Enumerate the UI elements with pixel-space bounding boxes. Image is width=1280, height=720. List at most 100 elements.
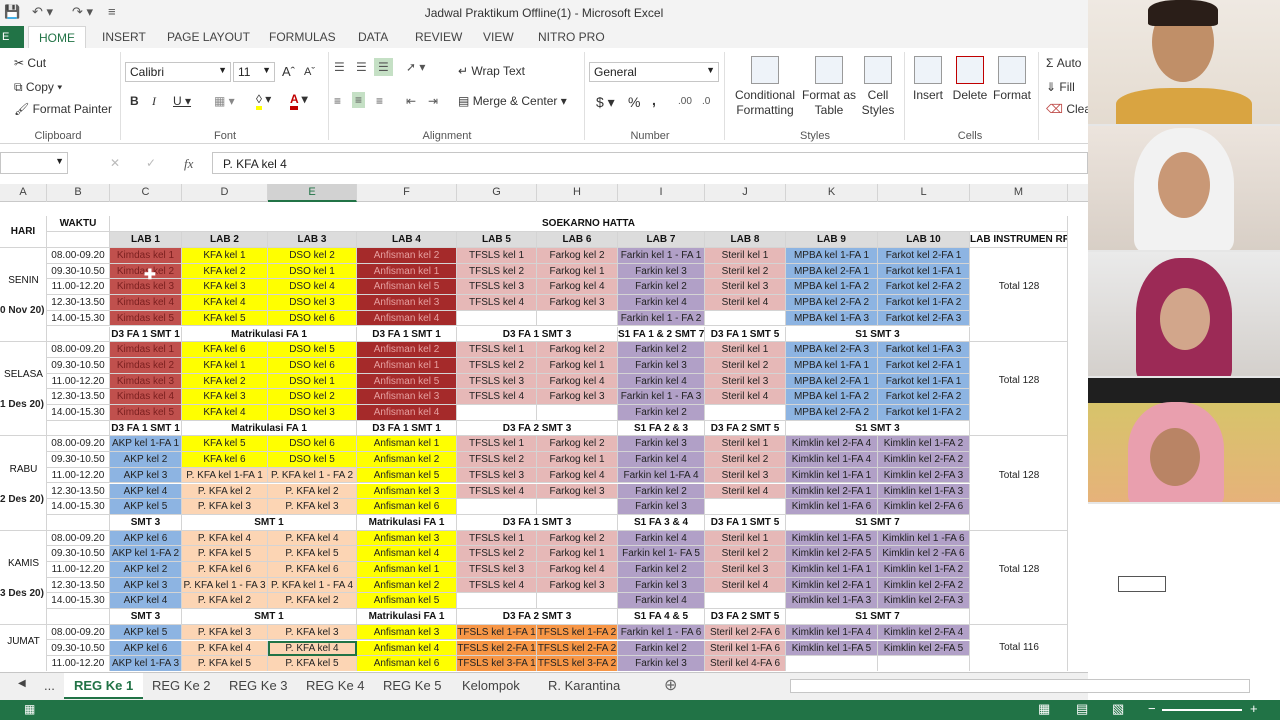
font-size-select[interactable]: 11 ▼ <box>233 62 275 82</box>
borders-icon[interactable]: ▦ ▾ <box>214 94 235 108</box>
schedule-cell[interactable]: Steril kel 2-FA 6 <box>705 624 786 641</box>
schedule-cell[interactable]: Farkin kel 4 <box>618 373 705 390</box>
schedule-cell[interactable]: KFA kel 3 <box>182 279 268 296</box>
schedule-cell[interactable]: Farkin kel 1-FA 4 <box>618 467 705 484</box>
schedule-cell[interactable]: DSO kel 3 <box>268 295 357 311</box>
column-header-j[interactable]: J <box>705 184 786 202</box>
align-center-icon[interactable]: ≡ <box>352 92 366 108</box>
sheet-tab-reg-ke-1[interactable]: REG Ke 1 <box>64 673 144 699</box>
footer-label[interactable]: Matrikulasi FA 1 <box>182 420 357 437</box>
schedule-cell[interactable]: Farkog kel 3 <box>537 577 618 594</box>
schedule-cell[interactable]: DSO kel 5 <box>268 452 357 468</box>
schedule-cell[interactable]: Kimklin kel 1-FA 5 <box>786 640 878 657</box>
schedule-cell[interactable]: P. KFA kel 6 <box>182 562 268 578</box>
schedule-cell[interactable]: Farkin kel 4 <box>618 452 705 468</box>
comma-icon[interactable]: , <box>652 92 656 108</box>
schedule-cell[interactable]: Farkot kel 1-FA 2 <box>878 405 970 421</box>
schedule-cell[interactable]: Farkot kel 1-FA 1 <box>878 263 970 280</box>
merge-center-button[interactable]: ▤ Merge & Center ▾ <box>458 94 567 108</box>
zoom-in-icon[interactable]: + <box>1250 701 1258 716</box>
time-cell[interactable]: 12.30-13.50 <box>47 389 110 405</box>
column-header-h[interactable]: H <box>537 184 618 202</box>
schedule-cell[interactable] <box>705 405 786 421</box>
header-lab[interactable]: LAB 7 <box>618 232 705 248</box>
schedule-cell[interactable]: P. KFA kel 5 <box>182 656 268 671</box>
schedule-cell[interactable]: Anfisman kel 1 <box>357 562 457 578</box>
schedule-cell[interactable]: DSO kel 2 <box>268 389 357 405</box>
schedule-cell[interactable]: P. KFA kel 2 <box>182 483 268 500</box>
schedule-cell[interactable]: DSO kel 6 <box>268 310 357 327</box>
header-lab[interactable]: LAB 8 <box>705 232 786 248</box>
header-lab[interactable]: LAB 1 <box>110 232 182 248</box>
schedule-cell[interactable]: AKP kel 1-FA 3 <box>110 656 182 671</box>
font-name-select[interactable]: Calibri ▼ <box>125 62 231 82</box>
schedule-cell[interactable]: Farkin kel 2 <box>618 405 705 421</box>
schedule-cell[interactable]: Steril kel 2 <box>705 357 786 374</box>
schedule-cell[interactable]: P. KFA kel 1-FA 1 <box>182 467 268 484</box>
schedule-cell[interactable]: Steril kel 3 <box>705 279 786 296</box>
schedule-cell[interactable]: Anfisman kel 6 <box>357 656 457 671</box>
schedule-cell[interactable]: Farkin kel 1 - FA 3 <box>618 389 705 405</box>
tab-review[interactable]: REVIEW <box>415 30 462 44</box>
time-cell[interactable]: 09.30-10.50 <box>47 640 110 657</box>
schedule-cell[interactable]: Farkin kel 4 <box>618 530 705 547</box>
footer-label[interactable]: D3 FA 2 SMT 3 <box>457 609 618 625</box>
sheet-tab-reg-ke-5[interactable]: REG Ke 5 <box>383 678 442 693</box>
autosum-button[interactable]: Σ Auto <box>1046 56 1081 70</box>
schedule-cell[interactable]: TFSLS kel 4 <box>457 483 537 500</box>
schedule-cell[interactable]: P. KFA kel 3 <box>182 624 268 641</box>
schedule-cell[interactable]: Kimklin kel 2 -FA 6 <box>878 546 970 562</box>
format-as-table-button[interactable]: Format as Table <box>800 56 858 118</box>
schedule-cell[interactable]: Kimklin kel 2-FA 3 <box>878 467 970 484</box>
schedule-cell[interactable]: Farkin kel 3 <box>618 263 705 280</box>
tab-data[interactable]: DATA <box>358 30 388 44</box>
header-lab[interactable]: LAB 2 <box>182 232 268 248</box>
schedule-cell[interactable] <box>457 593 537 610</box>
zoom-out-icon[interactable]: − <box>1148 701 1156 716</box>
schedule-cell[interactable]: Farkog kel 1 <box>537 263 618 280</box>
schedule-cell[interactable]: Kimklin kel 1-FA 4 <box>786 452 878 468</box>
align-right-icon[interactable]: ≡ <box>376 94 383 108</box>
footer-label[interactable]: D3 FA 2 SMT 5 <box>705 609 786 625</box>
schedule-cell[interactable]: Anfisman kel 2 <box>357 577 457 594</box>
schedule-cell[interactable]: Steril kel 2 <box>705 546 786 562</box>
schedule-cell[interactable]: DSO kel 1 <box>268 263 357 280</box>
decrease-font-icon[interactable]: Aˇ <box>304 66 315 78</box>
schedule-cell[interactable] <box>878 656 970 671</box>
schedule-cell[interactable]: Anfisman kel 5 <box>357 279 457 296</box>
footer-label[interactable]: SMT 3 <box>110 609 182 625</box>
schedule-cell[interactable]: Kimdas kel 5 <box>110 310 182 327</box>
footer-label[interactable]: D3 FA 1 SMT 5 <box>705 514 786 531</box>
schedule-cell[interactable]: DSO kel 1 <box>268 373 357 390</box>
schedule-cell[interactable]: Farkog kel 1 <box>537 452 618 468</box>
schedule-cell[interactable]: Kimdas kel 1 <box>110 342 182 358</box>
schedule-cell[interactable]: Kimklin kel 2-FA 2 <box>878 452 970 468</box>
schedule-cell[interactable] <box>457 405 537 421</box>
schedule-cell[interactable]: MPBA kel 2-FA 1 <box>786 263 878 280</box>
schedule-cell[interactable]: P. KFA kel 1 - FA 3 <box>182 577 268 594</box>
tab-formulas[interactable]: FORMULAS <box>269 30 336 44</box>
header-lab[interactable]: LAB 5 <box>457 232 537 248</box>
sheet-tab-reg-ke-4[interactable]: REG Ke 4 <box>306 678 365 693</box>
schedule-cell[interactable]: Steril kel 3 <box>705 373 786 390</box>
time-cell[interactable]: 14.00-15.30 <box>47 499 110 515</box>
increase-decimal-icon[interactable]: .00 <box>678 96 692 107</box>
schedule-cell[interactable]: AKP kel 6 <box>110 640 182 657</box>
fill-color-icon[interactable]: ◊ ▾ <box>256 92 271 110</box>
footer-label[interactable]: SMT 3 <box>110 514 182 531</box>
schedule-cell[interactable]: TFSLS kel 4 <box>457 389 537 405</box>
schedule-cell[interactable]: KFA kel 4 <box>182 405 268 421</box>
schedule-cell[interactable]: Farkot kel 1-FA 1 <box>878 373 970 390</box>
schedule-cell[interactable]: Farkog kel 4 <box>537 467 618 484</box>
sheet-tab-reg-ke-3[interactable]: REG Ke 3 <box>229 678 288 693</box>
normal-view-icon[interactable]: ▦ <box>1038 701 1050 717</box>
tab-file[interactable]: E <box>0 26 24 48</box>
percent-icon[interactable]: % <box>628 94 640 110</box>
schedule-cell[interactable]: DSO kel 3 <box>268 405 357 421</box>
schedule-cell[interactable]: Anfisman kel 4 <box>357 310 457 327</box>
cell[interactable] <box>47 514 110 531</box>
schedule-cell[interactable]: KFA kel 2 <box>182 263 268 280</box>
schedule-cell[interactable]: Anfisman kel 1 <box>357 263 457 280</box>
schedule-cell[interactable]: P. KFA kel 2 <box>182 593 268 610</box>
schedule-cell[interactable]: Kimklin kel 2-FA 5 <box>786 546 878 562</box>
